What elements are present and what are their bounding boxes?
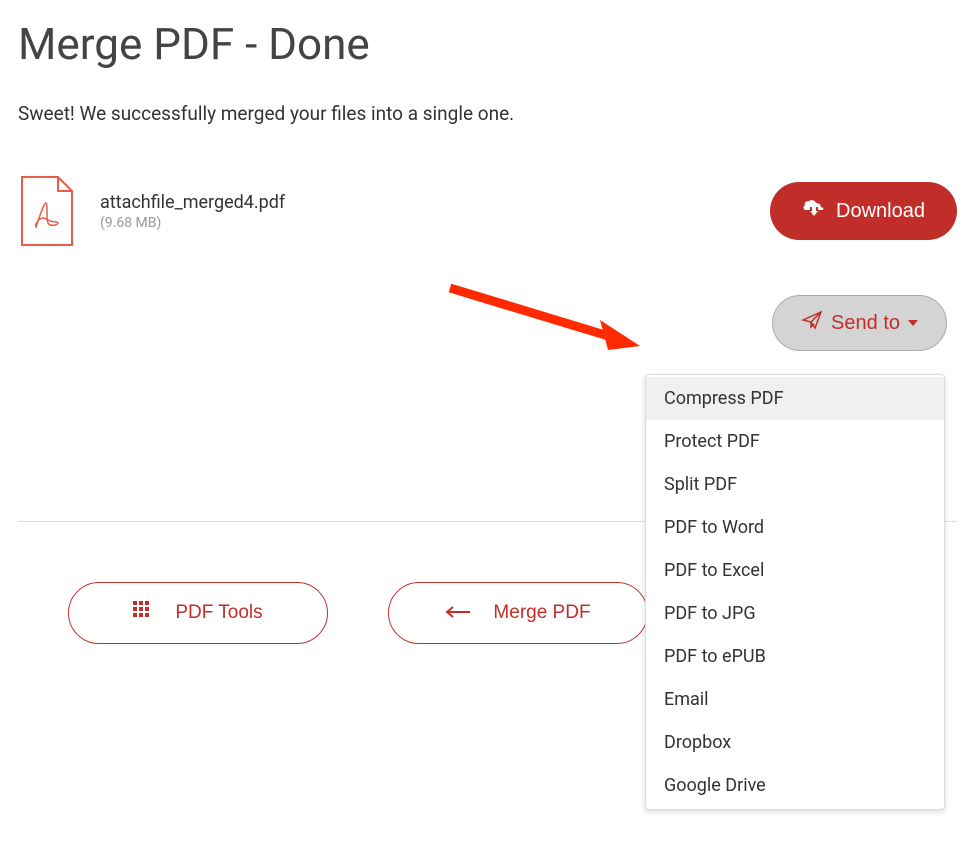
dropdown-item-email[interactable]: Email	[646, 678, 944, 721]
dropdown-item-dropbox[interactable]: Dropbox	[646, 721, 944, 764]
file-size: (9.68 MB)	[100, 215, 285, 231]
dropdown-item-compress-pdf[interactable]: Compress PDF	[646, 377, 944, 420]
arrow-left-icon	[445, 602, 471, 624]
grid-icon	[133, 601, 153, 625]
merge-pdf-label: Merge PDF	[493, 602, 590, 624]
pdf-tools-label: PDF Tools	[175, 602, 262, 624]
pdf-file-icon	[18, 175, 76, 247]
dropdown-item-split-pdf[interactable]: Split PDF	[646, 463, 944, 506]
dropdown-item-pdf-to-epub[interactable]: PDF to ePUB	[646, 635, 944, 678]
success-message: Sweet! We successfully merged your files…	[18, 102, 957, 125]
file-name: attachfile_merged4.pdf	[100, 192, 285, 213]
dropdown-item-protect-pdf[interactable]: Protect PDF	[646, 420, 944, 463]
send-to-label: Send to	[831, 312, 900, 335]
dropdown-item-pdf-to-jpg[interactable]: PDF to JPG	[646, 592, 944, 635]
download-button[interactable]: Download	[770, 182, 957, 240]
download-label: Download	[836, 200, 925, 223]
chevron-down-icon	[908, 320, 918, 326]
send-to-button[interactable]: Send to	[772, 295, 947, 351]
merge-pdf-button[interactable]: Merge PDF	[388, 582, 648, 644]
dropdown-item-pdf-to-word[interactable]: PDF to Word	[646, 506, 944, 549]
file-info-block: attachfile_merged4.pdf (9.68 MB)	[18, 175, 285, 247]
dropdown-item-pdf-to-excel[interactable]: PDF to Excel	[646, 549, 944, 592]
send-to-row: Send to	[18, 295, 957, 351]
pdf-tools-button[interactable]: PDF Tools	[68, 582, 328, 644]
paper-plane-icon	[801, 310, 823, 336]
dropdown-item-google-drive[interactable]: Google Drive	[646, 764, 944, 807]
file-info: attachfile_merged4.pdf (9.68 MB)	[100, 192, 285, 231]
page-title: Merge PDF - Done	[18, 18, 957, 70]
download-cloud-icon	[802, 198, 826, 224]
file-row: attachfile_merged4.pdf (9.68 MB) Downloa…	[18, 175, 957, 247]
send-to-dropdown: Compress PDF Protect PDF Split PDF PDF t…	[645, 374, 945, 810]
